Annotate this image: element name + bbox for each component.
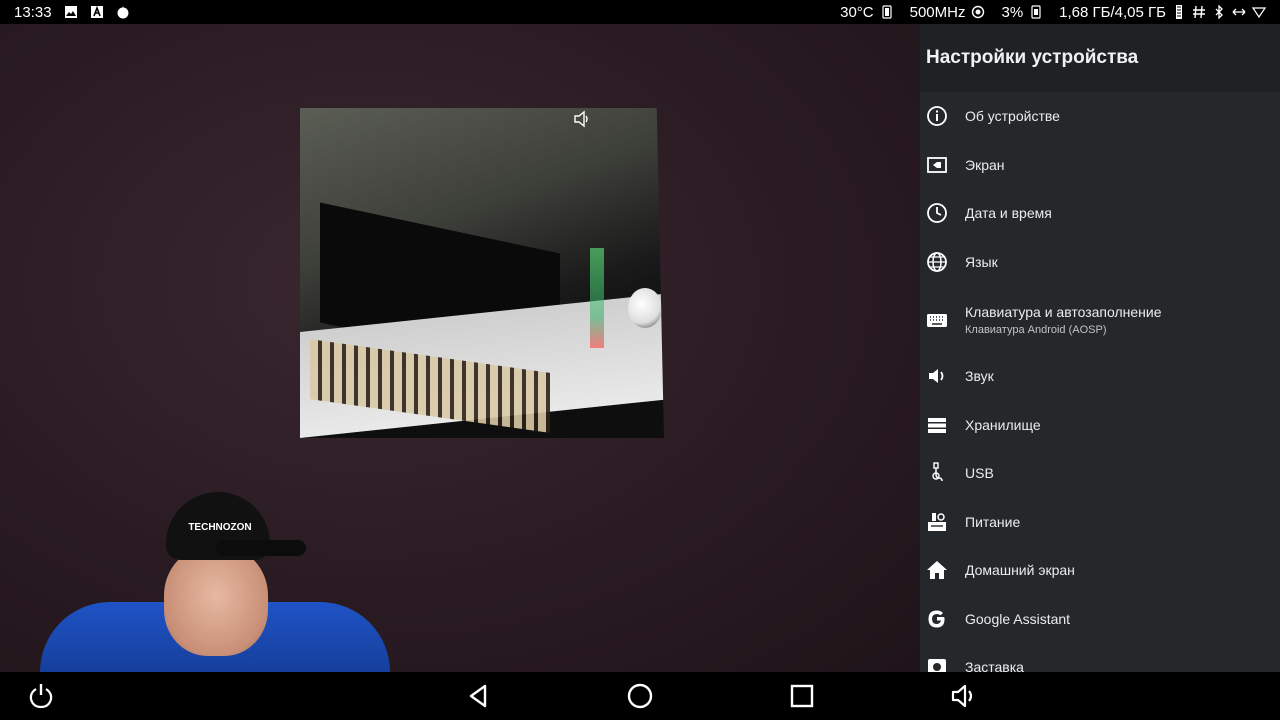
status-bar: 13:33 30°C 500MHz 3% 1,68 ГБ/4,05 ГБ [0,0,1280,24]
menu-item-storage[interactable]: Хранилище [920,413,1280,437]
menu-label: Экран [965,157,1005,173]
volume-nav-icon [951,684,973,708]
usb-icon [926,462,948,484]
globe-icon [926,251,948,273]
menu-item-google-assistant[interactable]: Google Assistant [920,607,1280,631]
settings-title: Настройки устройства [926,47,1139,68]
image-icon [64,5,78,19]
settings-panel: Настройки устройства Об устройстве Экран… [920,24,1280,672]
settings-header: Настройки устройства [920,24,1280,92]
presenter-video: TECHNOZON [40,490,390,672]
info-icon [926,105,948,127]
screensaver-icon [926,656,948,672]
recents-button[interactable] [788,682,816,710]
screen-icon [926,154,948,176]
status-temperature: 30°C [840,3,874,21]
hash-icon [1192,5,1206,19]
memory-icon [1172,5,1186,19]
menu-item-power[interactable]: Питание [920,510,1280,534]
back-button[interactable] [465,682,493,710]
menu-item-sound[interactable]: Звук [920,364,1280,388]
wifi-icon [1252,5,1266,19]
fire-icon [116,5,130,19]
google-icon [926,608,948,630]
menu-item-home-screen[interactable]: Домашний экран [920,558,1280,582]
menu-label: Питание [965,514,1021,530]
storage-icon [926,414,948,436]
a-icon [90,5,104,19]
menu-item-language[interactable]: Язык [920,250,1280,274]
home-nav-icon [627,683,653,709]
speaker-icon [572,110,592,128]
menu-label: Заставка [965,659,1024,672]
menu-item-keyboard[interactable]: Клавиатура и автозаполнение Клавиатура A… [920,302,1280,338]
menu-label: Хранилище [965,417,1041,433]
menu-label: Звук [965,368,994,384]
sim-icon [1029,5,1043,19]
camera-preview-image [300,108,664,438]
menu-label: Домашний экран [965,562,1075,578]
navigation-bar [0,672,1280,720]
menu-item-usb[interactable]: USB [920,461,1280,485]
menu-label: Клавиатура и автозаполнение [965,304,1162,320]
bluetooth-icon [1212,5,1226,19]
menu-sublabel: Клавиатура Android (AOSP) [965,324,1107,336]
menu-label: Дата и время [965,205,1052,221]
thermometer-icon [880,5,894,19]
clock-icon [926,202,948,224]
power-icon [29,684,53,709]
recents-icon [790,684,814,708]
menu-label: Об устройстве [965,108,1060,124]
home-icon [926,559,948,581]
power-button[interactable] [27,682,55,710]
desktop-background: TECHNOZON [0,24,920,672]
back-icon [469,684,487,708]
menu-item-screen[interactable]: Экран [920,153,1280,177]
cap-logo-text: TECHNOZON [188,522,252,533]
menu-item-date-time[interactable]: Дата и время [920,201,1280,225]
menu-item-screensaver[interactable]: Заставка [920,655,1280,672]
status-time: 13:33 [14,3,52,21]
menu-label: Язык [965,254,998,270]
home-button[interactable] [626,682,654,710]
volume-icon [926,365,948,387]
menu-label: Google Assistant [965,611,1071,627]
status-cpu-load: 3% [1001,3,1024,21]
status-memory: 1,68 ГБ/4,05 ГБ [1059,3,1166,21]
status-cpu-freq: 500MHz [909,3,966,21]
power-settings-icon [926,511,948,533]
menu-label: USB [965,465,994,481]
chip-icon [971,5,985,19]
keyboard-icon [926,309,948,331]
volume-button[interactable] [950,682,978,710]
arrows-icon [1232,5,1246,19]
menu-item-about[interactable]: Об устройстве [920,104,1280,128]
